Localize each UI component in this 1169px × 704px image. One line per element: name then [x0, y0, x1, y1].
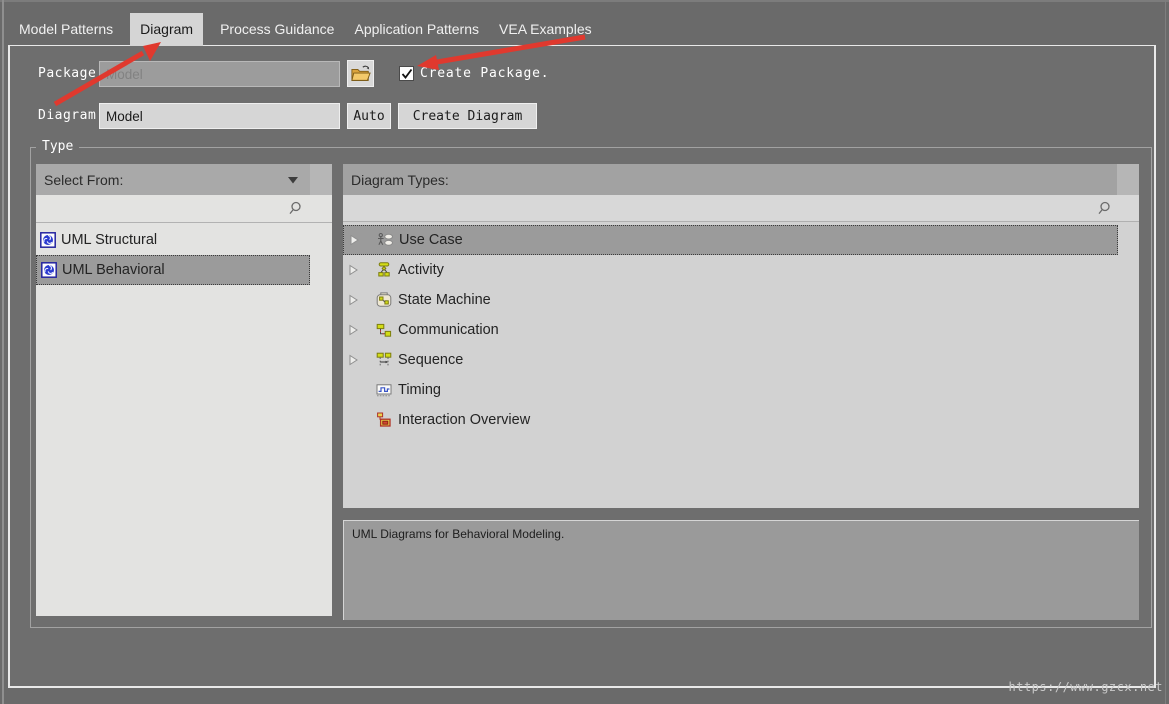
window-left-edge [2, 0, 4, 704]
tab-process-guidance[interactable]: Process Guidance [217, 13, 337, 46]
window-right-edge [1165, 0, 1166, 704]
select-from-list: UML Structural UML Behavioral [36, 225, 332, 285]
diagram-type-label: State Machine [398, 292, 491, 308]
list-item-uml-structural[interactable]: UML Structural [36, 225, 310, 255]
expand-arrow-spacer [348, 383, 359, 397]
expand-arrow-icon[interactable] [348, 263, 359, 277]
package-input[interactable] [99, 61, 340, 87]
select-from-header[interactable]: Select From: [36, 164, 310, 195]
auto-button[interactable]: Auto [347, 103, 391, 129]
uml-structural-icon [40, 232, 56, 248]
state-machine-icon [376, 292, 392, 308]
diagram-types-header: Diagram Types: [343, 164, 1117, 195]
chevron-down-icon[interactable] [288, 177, 298, 184]
use-case-icon [377, 232, 394, 248]
activity-icon [376, 262, 392, 278]
diagram-type-label: Sequence [398, 352, 464, 368]
expand-arrow-icon[interactable] [348, 323, 359, 337]
tab-diagram[interactable]: Diagram [130, 13, 204, 46]
expand-arrow-icon[interactable] [348, 293, 359, 307]
tab-vea-examples[interactable]: VEA Examples [496, 13, 595, 46]
list-item-label: UML Structural [61, 232, 158, 248]
diagram-types-header-strip [1117, 164, 1139, 195]
diagram-type-row-communication[interactable]: Communication [343, 315, 1118, 345]
create-diagram-button[interactable]: Create Diagram [398, 103, 537, 129]
browse-package-button[interactable] [347, 60, 374, 87]
description-text: UML Diagrams for Behavioral Modeling. [352, 527, 565, 541]
tab-application-patterns[interactable]: Application Patterns [351, 13, 482, 46]
expand-arrow-icon[interactable] [349, 233, 360, 247]
diagram-type-label: Interaction Overview [398, 412, 531, 428]
diagram-types-header-label: Diagram Types: [351, 171, 449, 188]
uml-behavioral-icon [41, 262, 57, 278]
checkmark-icon [401, 68, 413, 79]
select-from-search-box[interactable] [36, 195, 332, 223]
expand-arrow-icon[interactable] [348, 353, 359, 367]
app-window: Model Patterns Diagram Process Guidance … [0, 0, 1169, 704]
list-item-label: UML Behavioral [62, 262, 165, 278]
select-from-header-label: Select From: [44, 171, 124, 188]
diagram-types-search-box[interactable] [343, 195, 1139, 222]
diagram-type-label: Use Case [399, 232, 463, 248]
select-from-panel: Select From: UML Structural UML Behavior… [36, 164, 332, 616]
expand-arrow-spacer [348, 413, 359, 427]
watermark-text: https://www.gzcx.net [1008, 680, 1163, 694]
timing-icon [376, 382, 392, 398]
diagram-type-label: Activity [398, 262, 444, 278]
list-item-uml-behavioral[interactable]: UML Behavioral [36, 255, 310, 285]
diagram-type-row-interaction-overview[interactable]: Interaction Overview [343, 405, 1118, 435]
diagram-type-row-state-machine[interactable]: State Machine [343, 285, 1118, 315]
diagram-label: Diagram [38, 108, 97, 123]
sequence-icon [376, 352, 392, 368]
folder-icon [350, 65, 371, 81]
diagram-type-row-activity[interactable]: Activity [343, 255, 1118, 285]
interaction-overview-icon [376, 412, 392, 428]
description-panel: UML Diagrams for Behavioral Modeling. [343, 520, 1139, 620]
window-top-edge [0, 0, 1169, 2]
diagram-type-row-timing[interactable]: Timing [343, 375, 1118, 405]
select-from-header-strip [310, 164, 332, 195]
search-icon [1098, 201, 1110, 215]
tab-model-patterns[interactable]: Model Patterns [16, 13, 116, 46]
diagram-type-label: Timing [398, 382, 441, 398]
search-icon [289, 201, 301, 215]
diagram-types-list: Use Case Activity State Machine Communic… [343, 225, 1139, 435]
diagram-type-row-use-case[interactable]: Use Case [343, 225, 1118, 255]
diagram-type-label: Communication [398, 322, 499, 338]
type-groupbox-label: Type [36, 139, 80, 154]
communication-icon [376, 322, 392, 338]
create-package-checkbox[interactable] [399, 66, 414, 81]
create-package-label: Create Package. [420, 66, 550, 81]
tab-bar: Model Patterns Diagram Process Guidance … [16, 13, 595, 46]
diagram-type-row-sequence[interactable]: Sequence [343, 345, 1118, 375]
diagram-types-panel: Diagram Types: Use Case Activity State M… [343, 164, 1139, 508]
diagram-name-input[interactable] [99, 103, 340, 129]
package-label: Package [38, 66, 97, 81]
